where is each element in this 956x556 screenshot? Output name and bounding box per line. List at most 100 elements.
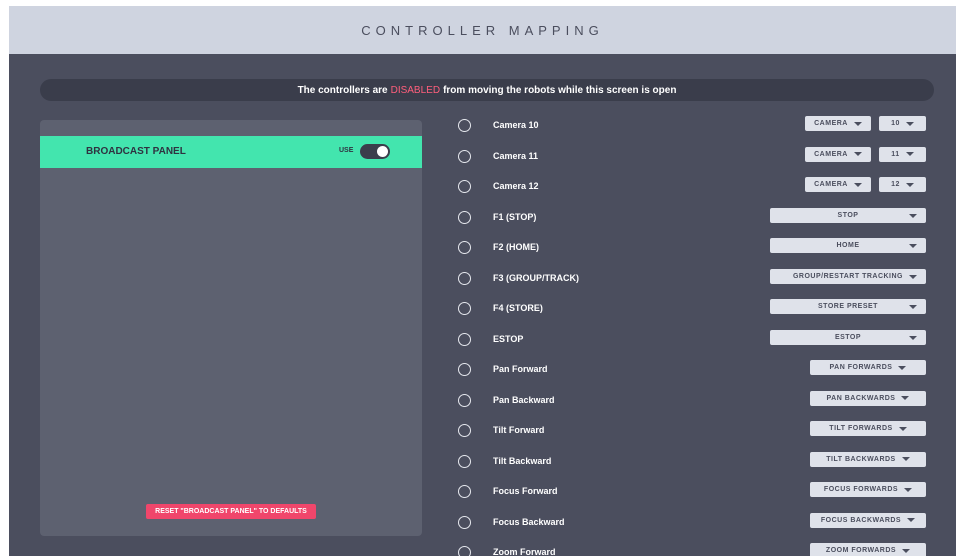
action-select-value: CAMERA	[814, 181, 848, 188]
camera-number-select[interactable]: 11	[879, 146, 926, 162]
chevron-down-icon	[853, 121, 862, 126]
mapping-radio[interactable]	[458, 546, 471, 556]
action-select[interactable]: STORE PRESET	[770, 299, 926, 314]
mapping-row: Tilt Backward TILT BACKWARDS	[9, 451, 956, 472]
chevron-down-icon	[909, 305, 917, 309]
mapping-label: Tilt Backward	[493, 455, 552, 466]
action-select-value: PAN FORWARDS	[829, 364, 893, 371]
mapping-row: ESTOP ESTOP	[9, 329, 956, 350]
mapping-radio[interactable]	[458, 485, 471, 498]
chevron-down-icon	[909, 213, 917, 218]
mapping-label: F4 (STORE)	[493, 303, 543, 313]
action-select[interactable]: CAMERA	[805, 116, 871, 131]
banner-prefix: The controllers are	[297, 84, 388, 96]
controller-mapping-screen: CONTROLLER MAPPING The controllers are D…	[9, 6, 956, 556]
camera-number-select[interactable]: 10	[879, 116, 926, 131]
mapping-label: Camera 10	[493, 120, 539, 130]
action-select[interactable]: CAMERA	[805, 146, 871, 162]
chevron-down-icon	[898, 426, 907, 431]
mapping-radio[interactable]	[458, 119, 471, 132]
chevron-down-icon	[901, 457, 910, 461]
banner-suffix: from moving the robots while this screen…	[443, 84, 677, 96]
mapping-radio[interactable]	[458, 393, 471, 407]
mapping-label: Focus Forward	[493, 486, 558, 496]
mapping-radio[interactable]	[458, 180, 471, 193]
action-select-value: TILT FORWARDS	[829, 425, 893, 432]
chevron-down-icon	[909, 335, 917, 340]
mapping-row: Pan Forward PAN FORWARDS	[9, 360, 956, 380]
camera-number-select-value: 11	[891, 150, 900, 158]
action-select-value: GROUP/RESTART TRACKING	[792, 272, 904, 280]
action-select[interactable]: FOCUS BACKWARDS	[810, 512, 926, 528]
chevron-down-icon	[853, 182, 862, 187]
chevron-down-icon	[907, 518, 916, 522]
mapping-radio[interactable]	[458, 363, 471, 376]
mapping-row: F3 (GROUP/TRACK) GROUP/RESTART TRACKING	[9, 268, 956, 289]
chevron-down-icon	[901, 396, 910, 400]
mapping-row: Camera 11 CAMERA 11	[9, 146, 956, 167]
action-select[interactable]: PAN BACKWARDS	[810, 390, 926, 406]
mapping-radio[interactable]	[458, 271, 471, 285]
action-select-value: STOP	[837, 211, 859, 219]
mapping-label: ESTOP	[493, 333, 524, 344]
camera-number-select[interactable]: 12	[879, 177, 926, 192]
mapping-radio[interactable]	[458, 424, 471, 437]
chevron-down-icon	[902, 548, 911, 553]
action-select[interactable]: ZOOM FORWARDS	[810, 543, 926, 556]
action-select[interactable]: ESTOP	[770, 329, 926, 345]
action-select[interactable]: CAMERA	[805, 177, 871, 192]
action-select-value: STORE PRESET	[818, 303, 878, 310]
action-select-value: FOCUS BACKWARDS	[820, 516, 902, 524]
mapping-radio[interactable]	[458, 302, 471, 315]
mapping-radio[interactable]	[458, 149, 471, 163]
page-title: CONTROLLER MAPPING	[361, 22, 604, 38]
mapping-label: F2 (HOME)	[493, 242, 539, 252]
banner-status: DISABLED	[390, 84, 441, 96]
action-select[interactable]: PAN FORWARDS	[810, 360, 926, 375]
action-select[interactable]: FOCUS FORWARDS	[810, 482, 926, 497]
mapping-label: Pan Forward	[493, 364, 548, 374]
chevron-down-icon	[905, 182, 914, 187]
action-select[interactable]: GROUP/RESTART TRACKING	[770, 268, 926, 284]
action-select-value: FOCUS FORWARDS	[823, 486, 899, 493]
mapping-row: Pan Backward PAN BACKWARDS	[9, 390, 956, 411]
mapping-row: Focus Forward FOCUS FORWARDS	[9, 482, 956, 502]
action-select[interactable]: TILT BACKWARDS	[810, 451, 926, 467]
mapping-row: F2 (HOME) HOME	[9, 238, 956, 258]
chevron-down-icon	[909, 274, 917, 279]
action-select[interactable]: HOME	[770, 238, 926, 253]
mapping-label: Pan Backward	[493, 394, 555, 405]
mapping-label: Camera 12	[493, 181, 539, 191]
mapping-label: Camera 11	[493, 150, 539, 161]
title-bar: CONTROLLER MAPPING	[9, 6, 956, 54]
chevron-down-icon	[909, 244, 917, 248]
mapping-radio[interactable]	[458, 210, 471, 224]
mapping-label: Tilt Forward	[493, 425, 545, 435]
mapping-radio[interactable]	[458, 241, 471, 254]
action-select-value: ZOOM FORWARDS	[825, 547, 897, 554]
mapping-row: Camera 12 CAMERA 12	[9, 177, 956, 197]
mapping-radio[interactable]	[458, 515, 471, 529]
chevron-down-icon	[898, 365, 907, 370]
chevron-down-icon	[853, 152, 862, 156]
action-select[interactable]: TILT FORWARDS	[810, 421, 926, 436]
chevron-down-icon	[905, 121, 914, 126]
chevron-down-icon	[904, 487, 913, 492]
mapping-label: Focus Backward	[493, 516, 565, 527]
status-banner: The controllers are DISABLED from moving…	[40, 79, 934, 101]
camera-number-select-value: 10	[891, 120, 900, 127]
mapping-row: F1 (STOP) STOP	[9, 207, 956, 228]
camera-number-select-value: 12	[891, 181, 900, 188]
mapping-row: Zoom Forward ZOOM FORWARDS	[9, 543, 956, 556]
mapping-label: F3 (GROUP/TRACK)	[493, 272, 579, 283]
action-select-value: CAMERA	[814, 120, 848, 127]
mapping-label: Zoom Forward	[493, 547, 556, 556]
action-select[interactable]: STOP	[770, 207, 926, 223]
mapping-row: Camera 10 CAMERA 10	[9, 116, 956, 136]
action-select-value: CAMERA	[814, 150, 848, 158]
action-select-value: TILT BACKWARDS	[826, 455, 896, 463]
mapping-radio[interactable]	[458, 332, 471, 346]
mapping-radio[interactable]	[458, 454, 471, 468]
action-select-value: HOME	[836, 242, 860, 249]
action-select-value: ESTOP	[834, 333, 862, 341]
